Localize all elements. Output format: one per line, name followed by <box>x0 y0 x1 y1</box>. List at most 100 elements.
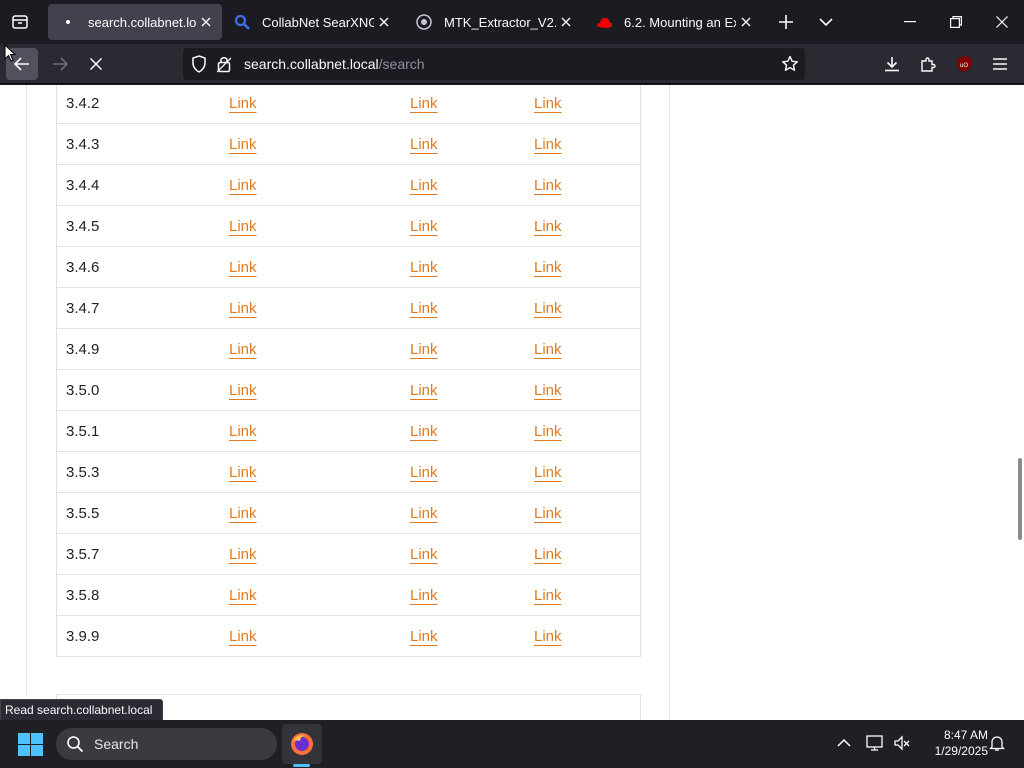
download-link-1[interactable]: Link <box>229 534 257 575</box>
close-icon[interactable] <box>736 12 756 32</box>
download-link-2[interactable]: Link <box>410 165 438 206</box>
minimize-icon[interactable] <box>888 0 932 44</box>
download-link-2[interactable]: Link <box>410 288 438 329</box>
tab-title: 6.2. Mounting an Ext4 F <box>624 14 736 30</box>
download-link-3[interactable]: Link <box>534 411 562 452</box>
restore-icon[interactable] <box>934 0 978 44</box>
search-icon <box>66 735 84 758</box>
application-menu-icon[interactable] <box>984 48 1016 80</box>
download-link-2[interactable]: Link <box>410 493 438 534</box>
download-link-1[interactable]: Link <box>229 329 257 370</box>
download-link-1[interactable]: Link <box>229 575 257 616</box>
close-icon[interactable] <box>374 12 394 32</box>
lock-icon[interactable] <box>216 55 232 78</box>
download-link-1[interactable]: Link <box>229 493 257 534</box>
taskbar-search-box[interactable]: Search <box>56 728 277 760</box>
downloads-icon[interactable] <box>876 48 908 80</box>
tab-search-collabnet[interactable]: search.collabnet.local/s <box>48 4 222 40</box>
tab-mounting-ext4[interactable]: 6.2. Mounting an Ext4 F <box>584 4 762 40</box>
download-link-2[interactable]: Link <box>410 329 438 370</box>
version-cell: 3.5.3 <box>66 464 100 481</box>
divider <box>26 85 27 695</box>
status-bar: Read search.collabnet.local <box>0 699 164 720</box>
new-tab-plus-icon[interactable] <box>766 0 806 44</box>
notification-bell-icon[interactable] <box>988 734 1006 757</box>
chevron-up-icon[interactable] <box>837 734 851 757</box>
table-row: 3.4.4 Link Link Link <box>57 165 640 206</box>
stop-loading-button[interactable] <box>80 48 112 80</box>
firefox-taskbar-icon[interactable] <box>282 724 322 764</box>
version-cell: 3.5.5 <box>66 505 100 522</box>
download-link-1[interactable]: Link <box>229 288 257 329</box>
download-link-2[interactable]: Link <box>410 616 438 657</box>
windows-start-icon[interactable] <box>18 733 43 756</box>
download-link-1[interactable]: Link <box>229 616 257 657</box>
download-link-3[interactable]: Link <box>534 206 562 247</box>
download-link-1[interactable]: Link <box>229 124 257 165</box>
table-row: 3.4.3 Link Link Link <box>57 124 640 165</box>
download-link-3[interactable]: Link <box>534 534 562 575</box>
download-link-2[interactable]: Link <box>410 124 438 165</box>
address-bar[interactable]: search.collabnet.local/search <box>183 48 805 80</box>
system-clock[interactable]: 8:47 AM 1/29/2025 <box>916 727 988 759</box>
download-link-3[interactable]: Link <box>534 616 562 657</box>
extensions-puzzle-icon[interactable] <box>912 48 944 80</box>
close-icon[interactable] <box>196 12 216 32</box>
github-icon <box>416 14 432 30</box>
tracking-protection-shield-icon[interactable] <box>191 55 207 78</box>
table-row: 3.4.5 Link Link Link <box>57 206 640 247</box>
download-link-1[interactable]: Link <box>229 247 257 288</box>
download-link-1[interactable]: Link <box>229 165 257 206</box>
download-link-3[interactable]: Link <box>534 85 562 124</box>
list-tabs-chevron-down-icon[interactable] <box>806 0 846 44</box>
download-link-3[interactable]: Link <box>534 247 562 288</box>
download-link-2[interactable]: Link <box>410 247 438 288</box>
version-cell: 3.4.9 <box>66 341 100 358</box>
download-link-1[interactable]: Link <box>229 452 257 493</box>
table-row: 3.5.0 Link Link Link <box>57 370 640 411</box>
loading-dot-icon <box>60 14 76 30</box>
download-link-3[interactable]: Link <box>534 370 562 411</box>
search-magnifier-icon <box>234 14 250 30</box>
version-cell: 3.5.8 <box>66 587 100 604</box>
forward-button[interactable] <box>44 48 76 80</box>
download-link-2[interactable]: Link <box>410 452 438 493</box>
firefox-view-icon[interactable] <box>0 0 40 44</box>
windows-taskbar: Search 8:47 AM 1/29/2025 <box>0 720 1024 768</box>
table-row: 3.5.1 Link Link Link <box>57 411 640 452</box>
url-path: /search <box>378 56 425 72</box>
download-link-3[interactable]: Link <box>534 575 562 616</box>
close-icon[interactable] <box>556 12 576 32</box>
tab-title: MTK_Extractor_V2.6.3.zip <box>444 14 556 30</box>
close-window-icon[interactable] <box>980 0 1024 44</box>
download-link-2[interactable]: Link <box>410 411 438 452</box>
download-link-3[interactable]: Link <box>534 288 562 329</box>
download-link-3[interactable]: Link <box>534 452 562 493</box>
bookmark-star-icon[interactable] <box>781 55 799 78</box>
tab-mtk-extractor[interactable]: MTK_Extractor_V2.6.3.zip <box>404 4 582 40</box>
ublock-origin-icon[interactable]: uO <box>948 48 980 80</box>
url-host: search.collabnet.local <box>244 56 379 72</box>
table-row: 3.4.6 Link Link Link <box>57 247 640 288</box>
volume-muted-icon[interactable] <box>893 734 911 757</box>
network-icon[interactable] <box>866 734 886 757</box>
svg-text:uO: uO <box>960 63 968 69</box>
download-link-1[interactable]: Link <box>229 370 257 411</box>
download-link-1[interactable]: Link <box>229 206 257 247</box>
download-link-3[interactable]: Link <box>534 329 562 370</box>
version-cell: 3.4.5 <box>66 218 100 235</box>
url-text[interactable]: search.collabnet.local/search <box>244 48 425 80</box>
download-link-3[interactable]: Link <box>534 493 562 534</box>
tab-strip: search.collabnet.local/s CollabNet SearX… <box>0 0 1024 44</box>
tab-collabnet-searxng[interactable]: CollabNet SearXNG <box>222 4 400 40</box>
download-link-1[interactable]: Link <box>229 411 257 452</box>
download-link-2[interactable]: Link <box>410 206 438 247</box>
download-link-2[interactable]: Link <box>410 370 438 411</box>
download-link-3[interactable]: Link <box>534 165 562 206</box>
download-link-2[interactable]: Link <box>410 534 438 575</box>
download-link-2[interactable]: Link <box>410 575 438 616</box>
download-link-2[interactable]: Link <box>410 85 438 124</box>
download-link-3[interactable]: Link <box>534 124 562 165</box>
scrollbar-thumb[interactable] <box>1018 458 1022 540</box>
download-link-1[interactable]: Link <box>229 85 257 124</box>
